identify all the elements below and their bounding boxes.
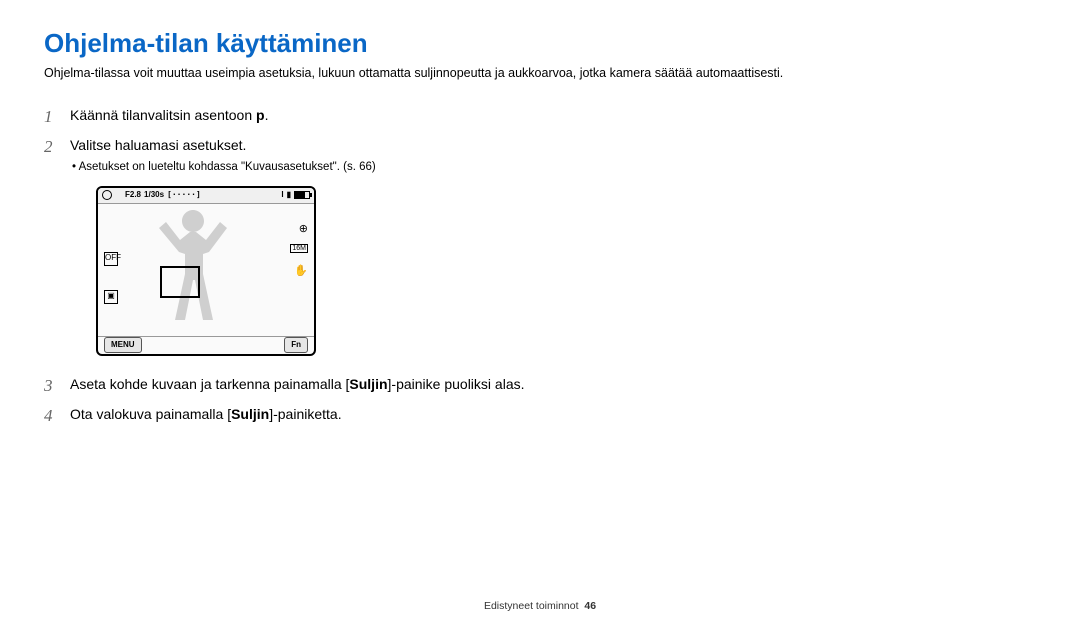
step-number: 3 (44, 374, 53, 399)
shutter-keyword: Suljin (231, 406, 269, 422)
drive-mode-icon: ▣ (104, 290, 118, 304)
step-1: 1 Käännä tilanvalitsin asentoon p. (44, 105, 694, 125)
page-footer: Edistyneet toiminnot 46 (0, 600, 1080, 612)
shutter-keyword: Suljin (349, 376, 387, 392)
camera-softkey-bar: MENU Fn (98, 336, 314, 354)
manual-page: Ohjelma-tilan käyttäminen Ohjelma-tilass… (0, 0, 1080, 630)
step-2: 2 Valitse haluamasi asetukset. Asetukset… (44, 135, 694, 356)
step-text: Valitse haluamasi asetukset. (70, 137, 246, 153)
quality-value: I (281, 189, 283, 201)
step-4: 4 Ota valokuva painamalla [Suljin]-paini… (44, 404, 694, 424)
step-text: Aseta kohde kuvaan ja tarkenna painamall… (70, 376, 349, 392)
page-title: Ohjelma-tilan käyttäminen (44, 28, 1036, 59)
step-number: 2 (44, 135, 53, 160)
flash-icon: ⊕ (299, 224, 308, 235)
sd-card-icon: ▮ (287, 189, 291, 201)
resolution-icon: 16M (290, 244, 308, 253)
step-text: . (265, 107, 269, 123)
mode-dial-p-icon: p (256, 107, 265, 123)
step-number: 1 (44, 105, 53, 130)
step-list: 1 Käännä tilanvalitsin asentoon p. 2 Val… (44, 105, 694, 425)
step-text: Käännä tilanvalitsin asentoon (70, 107, 256, 123)
focus-frame-icon (160, 266, 200, 298)
camera-screen: F2.8 1/30s [·····] I ▮ OFF (96, 186, 316, 356)
fn-softkey: Fn (284, 337, 308, 353)
camera-screen-figure: F2.8 1/30s [·····] I ▮ OFF (96, 186, 694, 356)
mode-icon (102, 190, 112, 200)
stabilizer-icon: ✋ (294, 266, 308, 277)
step-text: ]-painike puoliksi alas. (388, 376, 525, 392)
af-mode-icon: OFF (104, 252, 118, 266)
step-number: 4 (44, 404, 53, 429)
camera-status-bar: F2.8 1/30s [·····] I ▮ (98, 188, 314, 204)
step-3: 3 Aseta kohde kuvaan ja tarkenna painama… (44, 374, 694, 394)
footer-section: Edistyneet toiminnot (484, 600, 579, 612)
ev-scale-icon: [·····] (167, 189, 201, 201)
aperture-value: F2.8 (125, 189, 141, 201)
menu-softkey: MENU (104, 337, 142, 353)
step-text: ]-painiketta. (269, 406, 341, 422)
shutter-value: 1/30s (144, 189, 164, 201)
step-text: Ota valokuva painamalla [ (70, 406, 231, 422)
step-subbullet: Asetukset on lueteltu kohdassa "Kuvausas… (72, 159, 694, 176)
footer-page-number: 46 (584, 600, 596, 612)
camera-viewfinder: OFF ▣ ⊕ 16M ✋ (98, 204, 314, 336)
intro-paragraph: Ohjelma-tilassa voit muuttaa useimpia as… (44, 65, 1036, 83)
battery-icon (294, 191, 310, 199)
